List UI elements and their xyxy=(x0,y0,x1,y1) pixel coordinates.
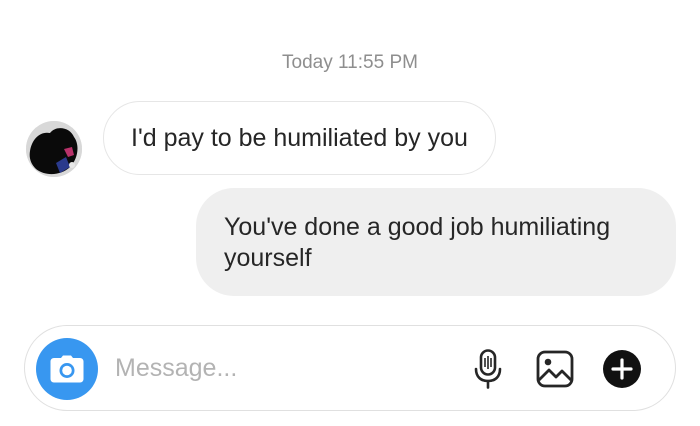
message-composer xyxy=(24,325,676,411)
camera-icon xyxy=(50,355,84,383)
microphone-icon xyxy=(474,349,502,389)
incoming-message-bubble[interactable]: I'd pay to be humiliated by you xyxy=(103,101,496,175)
outgoing-message-text: You've done a good job humiliating yours… xyxy=(224,213,611,272)
voice-message-button[interactable] xyxy=(467,348,509,390)
message-input[interactable] xyxy=(115,346,455,390)
more-options-button[interactable] xyxy=(601,348,643,390)
plus-icon xyxy=(603,350,641,388)
image-icon xyxy=(536,350,574,388)
message-timestamp: Today 11:55 PM xyxy=(282,52,418,73)
avatar[interactable] xyxy=(26,121,82,177)
avatar-image xyxy=(26,121,82,177)
outgoing-message-bubble[interactable]: You've done a good job humiliating yours… xyxy=(196,188,676,296)
photo-gallery-button[interactable] xyxy=(534,348,576,390)
camera-button[interactable] xyxy=(36,338,98,400)
chat-thread: Today 11:55 PM I'd pay to be humiliated … xyxy=(0,0,700,426)
incoming-message-text: I'd pay to be humiliated by you xyxy=(131,123,468,152)
